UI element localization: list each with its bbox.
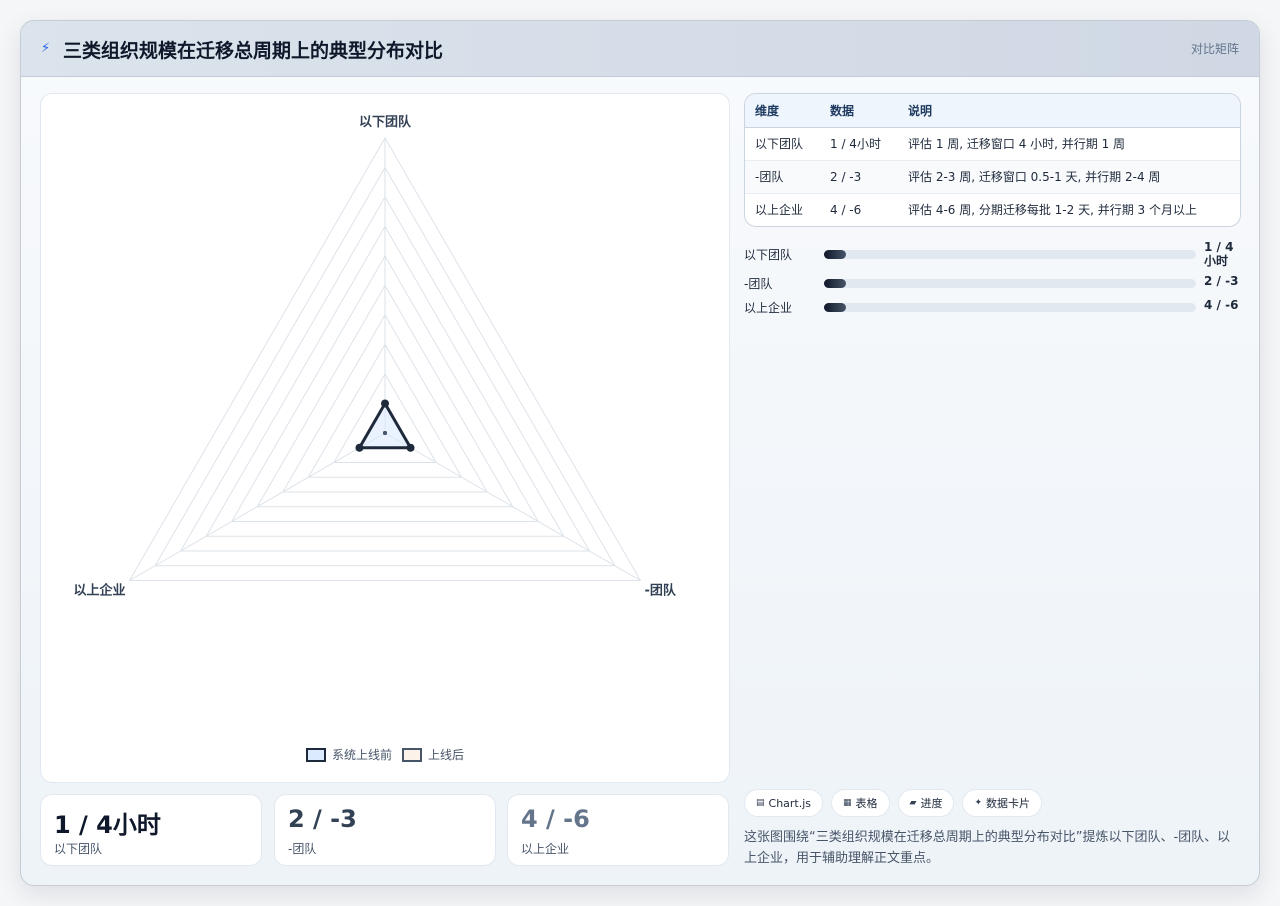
table-header-row: 维度 数据 说明 [745,94,1240,128]
stat-label: -团队 [288,842,317,856]
table-cell: 以下团队 [745,127,820,161]
table-row: 以上企业 4 / -6 评估 4-6 周, 分期迁移每批 1-2 天, 并行期 … [745,193,1240,226]
progress-value: 2 / -3 [1204,274,1239,288]
chip-label: Chart.js [768,796,812,810]
caption-note: 这张图围绕“三类组织规模在迁移总周期上的典型分布对比”提炼以下团队、-团队、以上… [744,830,1231,866]
progress-label: -团队 [744,277,773,291]
progress-row-enterprise: 以上企业 4 / -6 [744,293,1241,317]
stat-card-small-team: 1 / 4小时 以下团队 [40,794,262,866]
header: ⚡ 三类组织规模在迁移总周期上的典型分布对比 对比矩阵 [21,21,1259,77]
chip-data-card[interactable]: ✦ 数据卡片 [962,789,1043,817]
progress-row-small-team: 以下团队 1 / 4 小时 [744,237,1241,269]
table-cell: 4 / -6 [830,202,862,217]
legend-item-before[interactable]: 系统上线前 [305,746,392,763]
table-cell: -团队 [745,160,820,194]
radar-data-point [406,443,415,452]
progress-icon: ▰ [909,798,917,808]
progress-fill [824,250,847,259]
progress-track [824,303,1196,312]
legend-item-after[interactable]: 上线后 [402,746,464,763]
progress-track [824,279,1196,288]
table-cell: 评估 4-6 周, 分期迁移每批 1-2 天, 并行期 3 个月以上 [908,203,1197,218]
progress-value: 4 / -6 [1204,298,1239,312]
page-title: 三类组织规模在迁移总周期上的典型分布对比 [63,40,444,62]
progress-fill [824,279,847,288]
chart-icon: ▤ [756,798,765,808]
chip-table[interactable]: ▦ 表格 [831,789,890,817]
table-cell: 评估 2-3 周, 迁移窗口 0.5-1 天, 并行期 2-4 周 [898,160,1240,194]
data-table: 维度 数据 说明 以下团队 1 / 4小时 评估 1 周, 迁移窗口 4 小时,… [744,93,1241,227]
stat-value: 1 / 4小时 [54,811,161,839]
table-header-description: 说明 [898,94,1240,128]
tech-chips: ▤ Chart.js ▦ 表格 ▰ 进度 ✦ 数据卡片 [744,789,1043,817]
main-card: ⚡ 三类组织规模在迁移总周期上的典型分布对比 对比矩阵 以下团队 -团队 以上企业 … [20,20,1260,886]
table-cell: 1 / 4小时 [820,127,898,161]
progress-row-mid-team: -团队 2 / -3 [744,269,1241,293]
stat-value: 2 / -3 [288,805,357,833]
table-header-dimension: 维度 [745,94,820,128]
stat-card-mid-team: 2 / -3 -团队 [274,794,496,866]
radar-axis-label: 以上企业 [74,583,126,599]
table-cell: 2 / -3 [820,160,898,194]
progress-bars: 以下团队 1 / 4 小时 -团队 2 / -3 以上企业 4 / -6 [744,237,1241,317]
table-row: -团队 2 / -3 评估 2-3 周, 迁移窗口 0.5-1 天, 并行期 2… [745,160,1240,194]
radar-data-point [355,443,364,452]
header-tag: 对比矩阵 [1190,42,1239,56]
progress-value: 1 / 4 小时 [1204,240,1234,268]
chip-label: 数据卡片 [986,797,1031,810]
radar-data-point [383,431,387,435]
stat-value: 4 / -6 [521,805,590,833]
table-cell: 以上企业 [755,203,804,218]
chip-chartjs[interactable]: ▤ Chart.js [744,789,824,817]
legend-label-after: 上线后 [428,748,465,762]
legend-swatch-after [402,747,422,762]
legend-swatch-before [305,747,326,762]
stat-label: 以下团队 [54,842,103,856]
radar-chart: 以下团队 -团队 以上企业 [74,115,677,599]
table-header-data: 数据 [820,94,898,128]
radar-chart-panel: 以下团队 -团队 以上企业 系统上线前 上线后 [40,93,730,783]
chart-legend: 系统上线前 上线后 [41,746,729,763]
table-row: 以下团队 1 / 4小时 评估 1 周, 迁移窗口 4 小时, 并行期 1 周 [745,127,1240,161]
radar-axis-label: 以下团队 [359,115,412,130]
radar-axis-label: -团队 [644,584,676,599]
bolt-icon: ⚡ [41,41,51,56]
chip-label: 进度 [920,797,943,810]
radar-data-point [381,399,389,408]
progress-track [824,250,1196,259]
radar-series-area [357,402,413,450]
stat-label: 以上企业 [521,842,570,856]
chip-progress[interactable]: ▰ 进度 [897,789,955,817]
progress-fill [824,303,847,312]
table-cell: 评估 1 周, 迁移窗口 4 小时, 并行期 1 周 [898,127,1240,161]
legend-label-before: 系统上线前 [331,748,392,762]
progress-label: 以上企业 [744,301,793,315]
chip-label: 表格 [855,797,878,810]
stat-card-enterprise: 4 / -6 以上企业 [507,794,729,866]
table-icon: ▦ [843,798,852,808]
sparkle-icon: ✦ [974,798,983,808]
progress-label: 以下团队 [744,248,793,262]
